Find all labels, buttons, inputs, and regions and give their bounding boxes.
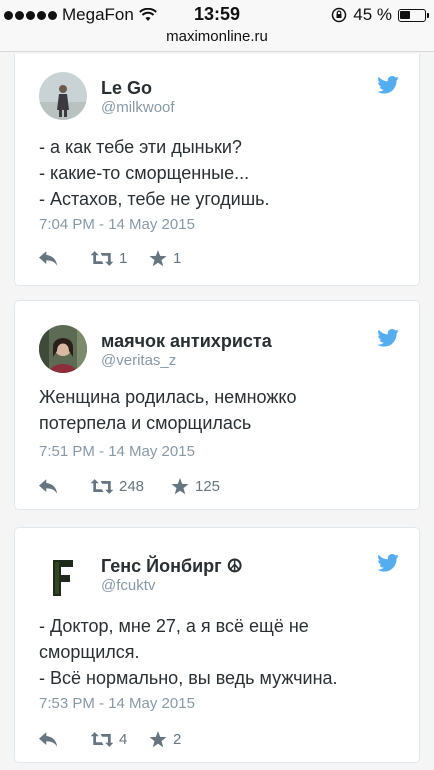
author-name[interactable]: маячок антихриста [101,331,272,352]
author-handle[interactable]: @veritas_z [101,352,176,369]
status-bar: MegaFon 13:59 45 % [0,0,434,28]
retweet-icon [91,251,113,266]
favorite-button[interactable]: 125 [171,477,221,495]
tweet-actions: 248 125 [39,474,220,498]
tweet-timestamp[interactable]: 7:51 PM - 14 May 2015 [39,443,195,460]
reply-icon [39,251,59,266]
author-name[interactable]: Генс Йонбирг ☮ [101,556,243,577]
retweet-icon [91,479,113,494]
retweet-button[interactable]: 248 [91,478,171,495]
retweet-count: 248 [119,477,145,495]
avatar[interactable] [39,554,87,602]
battery-percentage: 45 % [353,5,392,24]
tweet-text-line: - Всё нормально, вы ведь мужчина. [39,668,338,688]
tweet-text-line: - а как тебе эти дыньки? [39,137,242,157]
retweet-count: 4 [119,730,128,748]
reply-button[interactable] [39,251,91,266]
avatar[interactable] [39,72,87,120]
author-handle[interactable]: @fcuktv [101,577,155,594]
author-name[interactable]: Le Go [101,78,152,99]
tweet-text-line: сморщился. [39,642,140,662]
reply-button[interactable] [39,479,91,494]
tweet-card[interactable]: маячок антихриста @veritas_z Женщина род… [14,300,420,510]
star-icon [149,731,167,748]
twitter-bird-icon[interactable] [377,76,399,94]
tweet-card[interactable]: Le Go @milkwoof - а как тебе эти дыньки?… [14,54,420,286]
reply-icon [39,479,59,494]
tweet-timestamp[interactable]: 7:04 PM - 14 May 2015 [39,216,195,233]
reply-icon [39,732,59,747]
author-handle[interactable]: @milkwoof [101,99,175,116]
twitter-bird-icon[interactable] [377,329,399,347]
avatar[interactable] [39,325,87,373]
favorite-count: 1 [173,249,182,267]
address-bar[interactable]: maximonline.ru [0,28,434,52]
favorite-button[interactable]: 2 [149,730,182,748]
retweet-count: 1 [119,249,128,267]
tweet-text-line: - Доктор, мне 27, а я всё ещё не [39,616,309,636]
star-icon [171,478,189,495]
tweet-text: Женщина родилась, немножко потерпела и с… [39,384,409,436]
battery-icon [398,8,429,22]
tweet-card[interactable]: Генс Йонбирг ☮ @fcuktv - Доктор, мне 27,… [14,527,420,763]
star-icon [149,250,167,267]
retweet-button[interactable]: 1 [91,250,149,267]
orientation-lock-icon [332,7,347,23]
retweet-icon [91,732,113,747]
tweet-text-line: Женщина родилась, немножко [39,387,297,407]
retweet-button[interactable]: 4 [91,731,149,748]
tweet-text-line: - какие-то сморщенные... [39,163,250,183]
tweet-timestamp[interactable]: 7:53 PM - 14 May 2015 [39,695,195,712]
favorite-button[interactable]: 1 [149,249,182,267]
favorite-count: 125 [195,477,221,495]
twitter-bird-icon[interactable] [377,554,399,572]
tweet-actions: 1 1 [39,246,181,270]
url-text: maximonline.ru [166,28,268,45]
tweet-text-line: потерпела и сморщилась [39,413,252,433]
tweet-text: - а как тебе эти дыньки? - какие-то смор… [39,134,409,212]
reply-button[interactable] [39,732,91,747]
tweet-actions: 4 2 [39,727,181,751]
tweet-text: - Доктор, мне 27, а я всё ещё не сморщил… [39,613,409,691]
favorite-count: 2 [173,730,182,748]
tweet-text-line: - Астахов, тебе не угодишь. [39,189,270,209]
